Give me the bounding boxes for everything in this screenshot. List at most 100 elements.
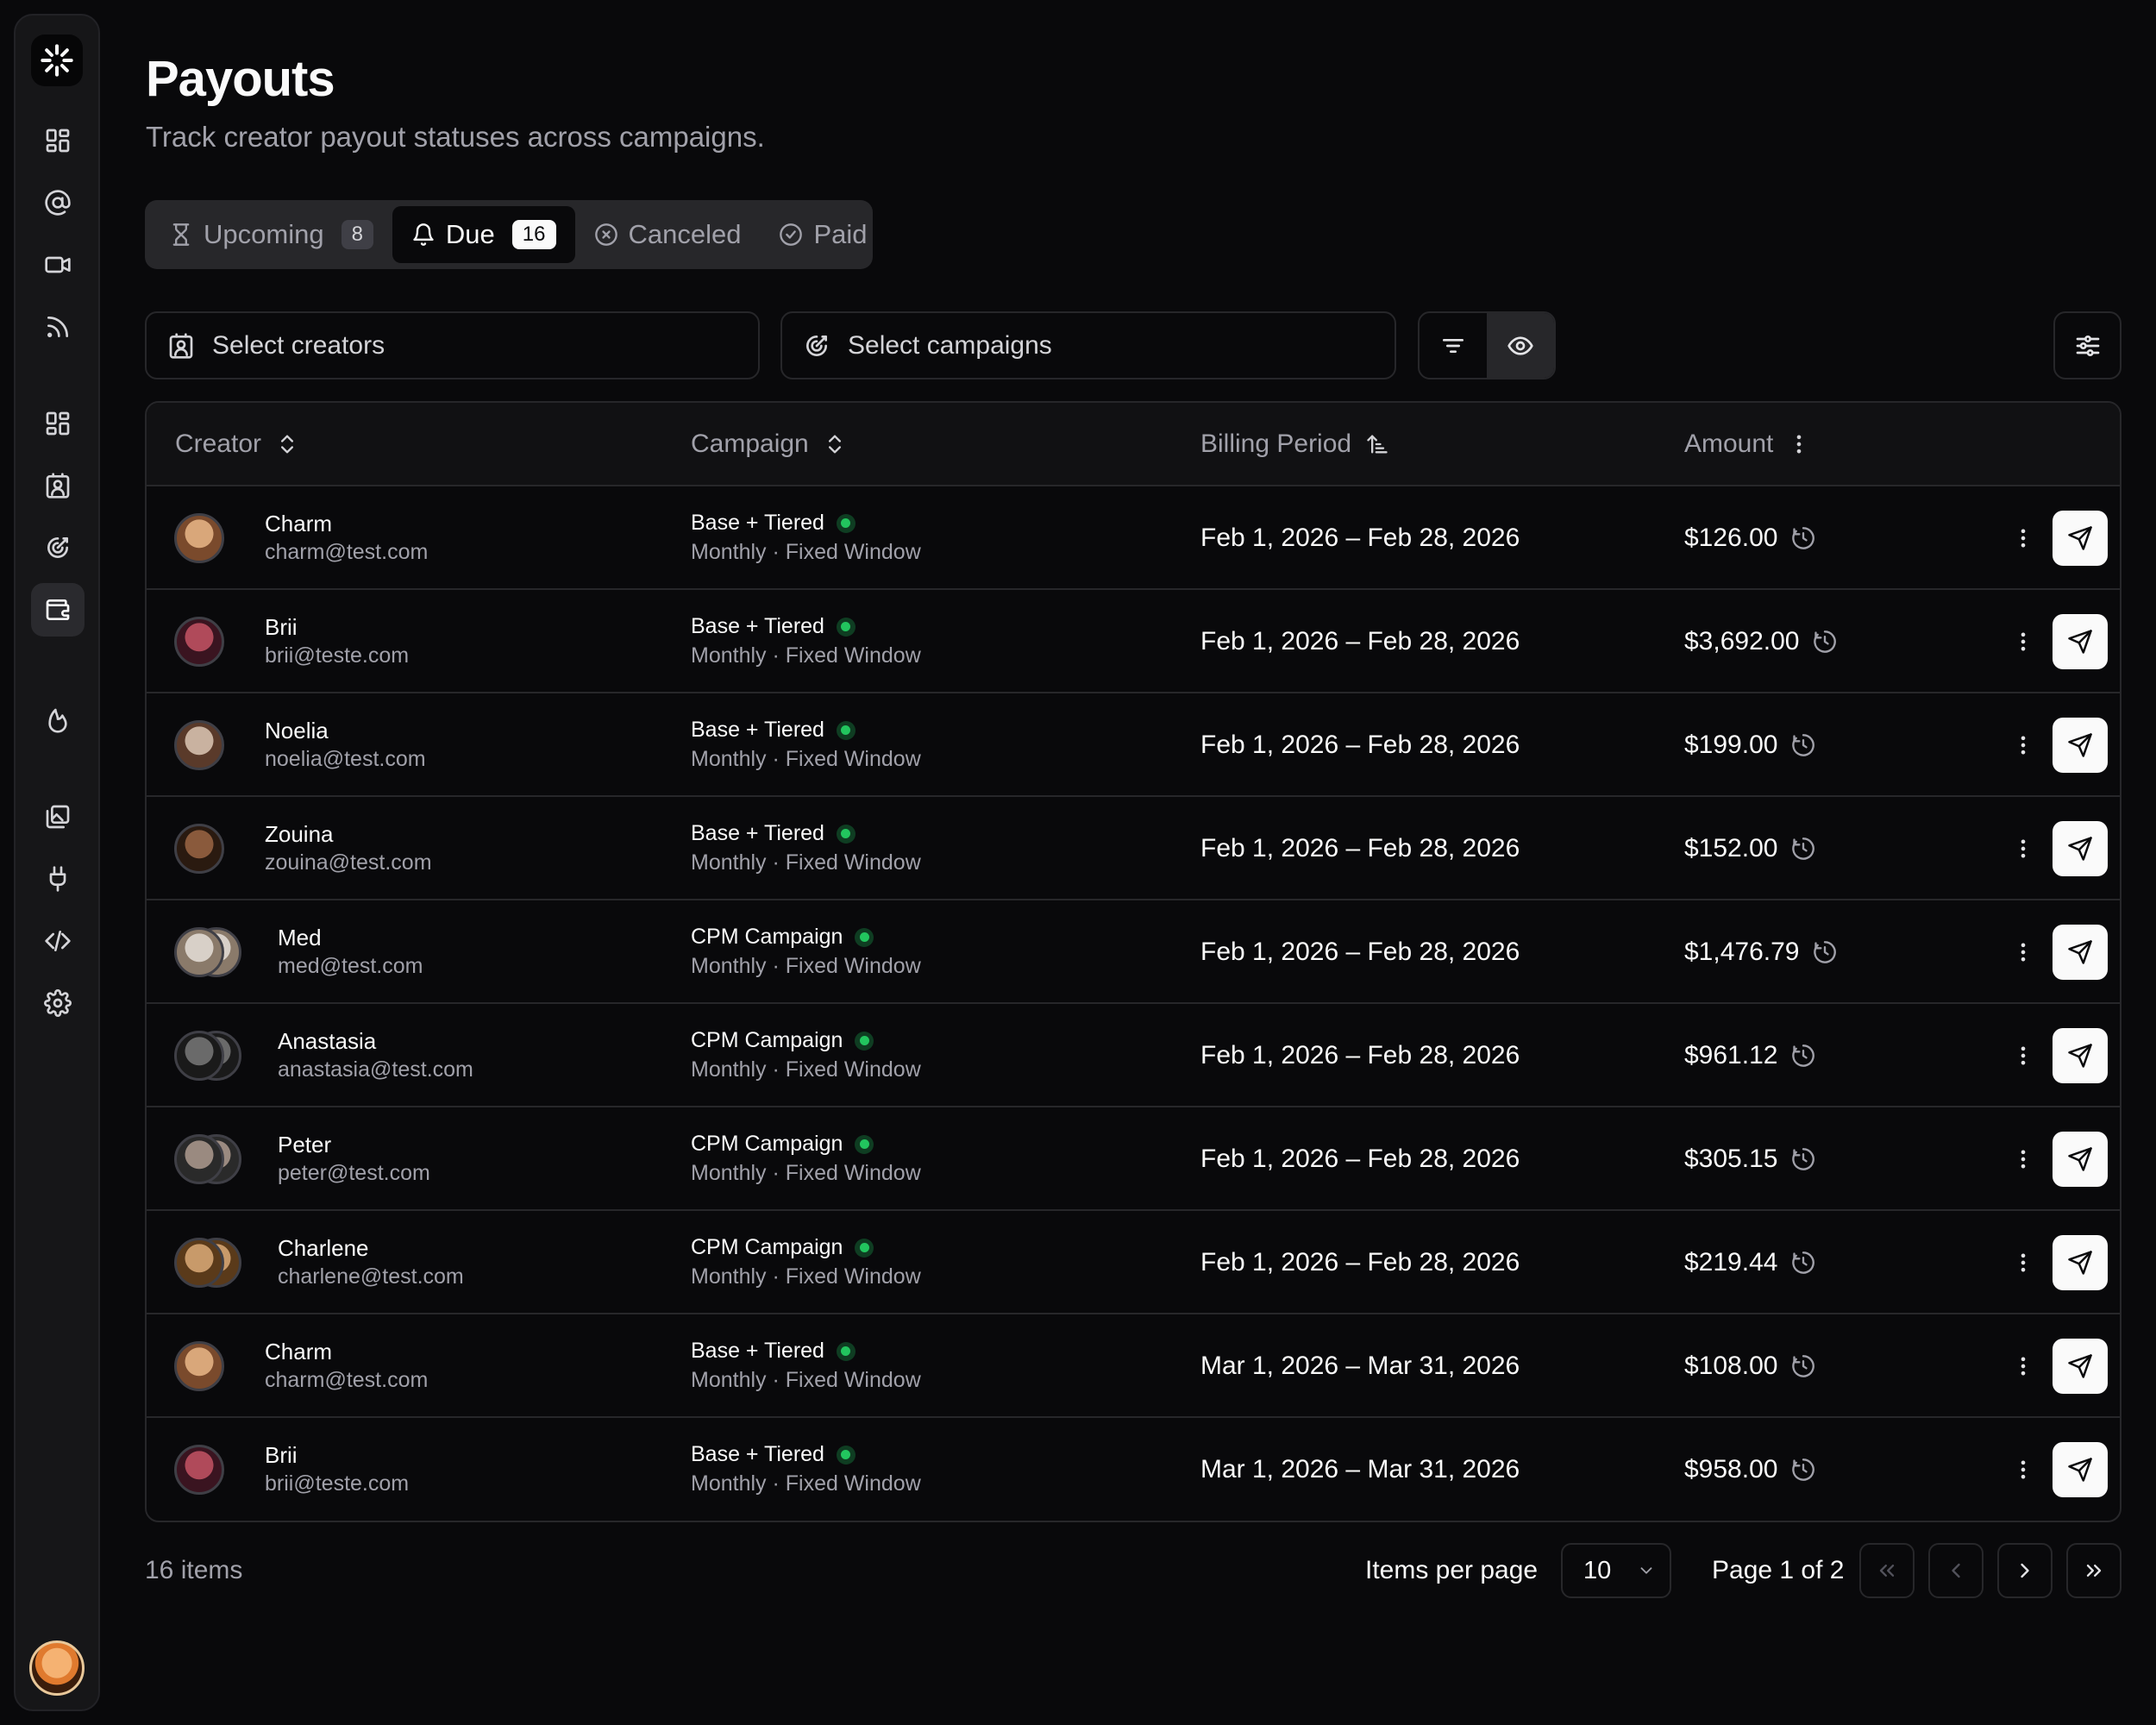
items-per-page-select[interactable]: 10: [1561, 1543, 1671, 1598]
payout-amount: $3,692.00: [1684, 590, 1837, 693]
table-row[interactable]: Charm charm@test.com Base + Tiered Monthly …: [147, 486, 2120, 590]
send-payout-button[interactable]: [2053, 718, 2108, 773]
flame-icon[interactable]: [31, 693, 85, 747]
table-settings-button[interactable]: [2053, 311, 2122, 380]
campaign-name: CPM Campaign: [691, 1235, 874, 1260]
send-payout-button[interactable]: [2053, 1028, 2108, 1083]
column-campaign[interactable]: Campaign: [691, 403, 847, 485]
send-payout-button[interactable]: [2053, 1339, 2108, 1394]
avatar: [174, 1445, 224, 1495]
creator-email: charm@test.com: [265, 1368, 429, 1392]
row-actions-button[interactable]: [2006, 521, 2040, 555]
row-actions-button[interactable]: [2006, 624, 2040, 659]
row-actions-button[interactable]: [2006, 1245, 2040, 1280]
plug-icon[interactable]: [31, 852, 85, 906]
table-row[interactable]: Zouina zouina@test.com Base + Tiered Monthl…: [147, 797, 2120, 900]
table-row[interactable]: Noelia noelia@test.com Base + Tiered Monthl…: [147, 693, 2120, 797]
settings-gear-icon[interactable]: [31, 976, 85, 1030]
send-payout-button[interactable]: [2053, 511, 2108, 566]
tab-due[interactable]: Due 16: [392, 206, 575, 263]
campaign-name-text: Base + Tiered: [691, 718, 824, 742]
x-circle-icon: [594, 223, 617, 246]
wallet-icon[interactable]: [31, 583, 85, 637]
active-status-dot: [855, 927, 874, 947]
campaign-schedule: Monthly · Fixed Window: [691, 1264, 921, 1289]
send-payout-button[interactable]: [2053, 1235, 2108, 1290]
table-row[interactable]: Charlene charlene@test.com CPM Campaign Mon…: [147, 1211, 2120, 1314]
table-row[interactable]: Brii brii@teste.com Base + Tiered Monthly ·…: [147, 590, 2120, 693]
last-page-button[interactable]: [2066, 1543, 2122, 1598]
filter-toggle-button[interactable]: [1420, 313, 1487, 378]
row-actions-button[interactable]: [2006, 831, 2040, 866]
creator-email: brii@teste.com: [265, 1471, 410, 1496]
campaign-name-text: CPM Campaign: [691, 1235, 843, 1259]
creator-name: Noelia: [265, 718, 329, 743]
row-actions-button[interactable]: [2006, 935, 2040, 969]
code-icon[interactable]: [31, 914, 85, 968]
table-row[interactable]: Med med@test.com CPM Campaign Monthly · Fix…: [147, 900, 2120, 1004]
campaign-name: CPM Campaign: [691, 1132, 874, 1157]
send-payout-button[interactable]: [2053, 821, 2108, 876]
next-page-button[interactable]: [1997, 1543, 2053, 1598]
more-vertical-icon: [2021, 1460, 2026, 1479]
campaign-name-text: Base + Tiered: [691, 614, 824, 638]
send-icon: [2068, 1147, 2092, 1171]
bell-icon: [413, 223, 434, 246]
payout-amount-value: $199.00: [1684, 731, 1778, 759]
column-campaign-label: Campaign: [691, 429, 809, 458]
rss-icon[interactable]: [31, 300, 85, 354]
campaign-schedule: Monthly · Fixed Window: [691, 954, 921, 978]
tab-paid-label: Paid: [813, 219, 868, 249]
column-billing-period[interactable]: Billing Period: [1200, 403, 1389, 485]
user-avatar[interactable]: [29, 1640, 85, 1696]
table-row[interactable]: Peter peter@test.com CPM Campaign Monthly ·…: [147, 1107, 2120, 1211]
more-vertical-icon: [2021, 632, 2026, 651]
send-payout-button[interactable]: [2053, 925, 2108, 980]
billing-period: Mar 1, 2026 – Mar 31, 2026: [1200, 1352, 1520, 1380]
first-page-button[interactable]: [1859, 1543, 1915, 1598]
select-creators-input[interactable]: Select creators: [145, 311, 760, 380]
campaign-name: Base + Tiered: [691, 614, 856, 639]
row-actions-button[interactable]: [2006, 728, 2040, 762]
column-amount[interactable]: Amount: [1684, 403, 1811, 485]
tab-due-count: 16: [511, 220, 556, 249]
column-creator[interactable]: Creator: [175, 403, 299, 485]
avatar: [174, 617, 224, 667]
video-icon[interactable]: [31, 238, 85, 292]
check-circle-icon: [780, 223, 803, 246]
dashboard-icon[interactable]: [31, 114, 85, 167]
table-row[interactable]: Anastasia anastasia@test.com CPM Campaign M…: [147, 1004, 2120, 1107]
visibility-toggle-button[interactable]: [1487, 313, 1554, 378]
gallery-icon[interactable]: [31, 790, 85, 844]
billing-period: Feb 1, 2026 – Feb 28, 2026: [1200, 731, 1520, 759]
send-payout-button[interactable]: [2053, 614, 2108, 669]
campaign-schedule: Monthly · Fixed Window: [691, 747, 921, 771]
previous-page-button[interactable]: [1928, 1543, 1984, 1598]
send-payout-button[interactable]: [2053, 1132, 2108, 1187]
creator-email: zouina@test.com: [265, 850, 432, 875]
row-actions-button[interactable]: [2006, 1349, 2040, 1383]
send-icon: [2068, 526, 2092, 550]
items-count: 16 items: [145, 1556, 243, 1584]
campaign-name-text: CPM Campaign: [691, 925, 843, 949]
table-row[interactable]: Brii brii@teste.com Base + Tiered Monthly ·…: [147, 1418, 2120, 1521]
at-sign-icon[interactable]: [31, 176, 85, 229]
tab-canceled[interactable]: Canceled: [575, 206, 761, 263]
chevrons-left-icon: [1879, 1565, 1895, 1577]
table-row[interactable]: Charm charm@test.com Base + Tiered Monthly …: [147, 1314, 2120, 1418]
creator-name: Med: [278, 925, 322, 950]
contact-icon[interactable]: [31, 459, 85, 512]
select-campaigns-input[interactable]: Select campaigns: [780, 311, 1396, 380]
payout-amount: $108.00: [1684, 1314, 1815, 1418]
app-logo-icon[interactable]: [31, 34, 83, 86]
row-actions-button[interactable]: [2006, 1038, 2040, 1073]
row-actions-button[interactable]: [2006, 1142, 2040, 1176]
send-payout-button[interactable]: [2053, 1442, 2108, 1497]
target-icon[interactable]: [31, 521, 85, 574]
sort-ascending-icon: [1367, 435, 1388, 453]
tab-upcoming[interactable]: Upcoming 8: [150, 206, 392, 263]
row-actions-button[interactable]: [2006, 1452, 2040, 1487]
layout-grid-icon[interactable]: [31, 397, 85, 450]
tab-paid[interactable]: Paid: [760, 206, 886, 263]
eye-icon: [1507, 336, 1533, 355]
